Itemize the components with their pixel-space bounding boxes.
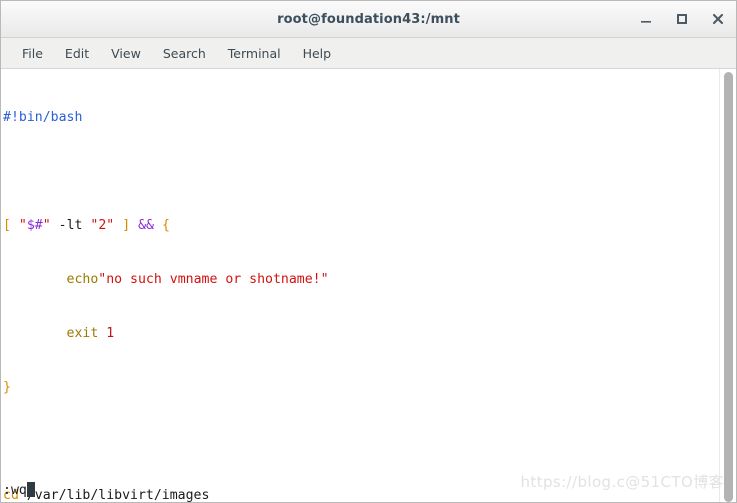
code-token: } [3, 380, 11, 395]
close-icon[interactable] [710, 11, 726, 27]
menu-item-view[interactable]: View [100, 42, 152, 65]
code-token: " [18, 218, 27, 233]
code-token: && [138, 218, 154, 233]
terminal-window: root@foundation43:/mnt File Edit View Se… [0, 0, 737, 503]
code-line: #!bin/bash [3, 109, 736, 127]
watermark: https://blog.c@51CTO博客 [520, 473, 724, 491]
terminal-area[interactable]: #!bin/bash [ "$#" -lt "2" ] && { echo"no… [1, 69, 736, 502]
code-line: [ "$#" -lt "2" ] && { [3, 217, 736, 235]
code-token: 1 [106, 326, 115, 341]
menu-bar: File Edit View Search Terminal Help [1, 38, 736, 69]
vim-buffer[interactable]: #!bin/bash [ "$#" -lt "2" ] && { echo"no… [1, 69, 736, 502]
code-line: echo"no such vmname or shotname!" [3, 271, 736, 289]
code-token: " [42, 218, 51, 233]
code-token: exit [66, 326, 99, 341]
window-title: root@foundation43:/mnt [277, 11, 460, 27]
code-token: /var/lib/libvirt/images [18, 488, 210, 502]
menu-item-edit[interactable]: Edit [54, 42, 100, 65]
minimize-icon[interactable] [638, 11, 654, 27]
menu-item-search[interactable]: Search [152, 42, 217, 65]
code-token: #!bin/bash [3, 110, 83, 125]
vim-command-text: :wq [3, 483, 27, 498]
vim-status-line: :wq [3, 482, 35, 500]
code-token: [ [3, 218, 11, 233]
code-line: exit 1 [3, 325, 736, 343]
menu-item-terminal[interactable]: Terminal [217, 42, 292, 65]
menu-item-file[interactable]: File [11, 42, 54, 65]
code-line: } [3, 379, 736, 397]
code-token: "no such vmname or shotname!" [98, 272, 329, 287]
code-token: -lt [50, 218, 91, 233]
text-cursor [26, 482, 35, 497]
code-token: $# [26, 218, 43, 233]
menu-item-help[interactable]: Help [292, 42, 343, 65]
maximize-icon[interactable] [674, 11, 690, 27]
code-token: { [161, 218, 170, 233]
code-token: echo [66, 272, 99, 287]
scrollbar-thumb[interactable] [724, 72, 733, 502]
code-token: "2" [90, 218, 115, 233]
title-bar: root@foundation43:/mnt [1, 1, 736, 38]
scrollbar-track[interactable] [719, 69, 736, 502]
code-token: ] [122, 218, 131, 233]
window-controls [638, 1, 726, 37]
